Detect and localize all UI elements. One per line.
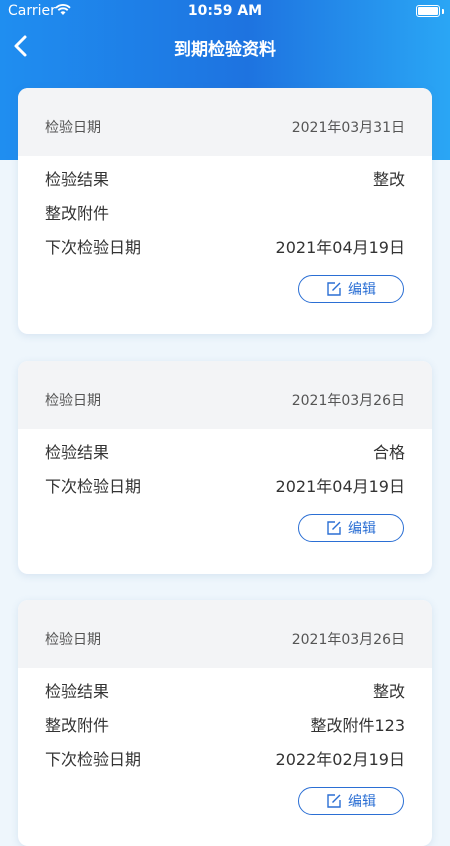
row-label: 检验结果 — [45, 170, 110, 189]
card-header: 检验日期 2021年03月31日 — [18, 88, 432, 156]
status-bar: Carrier 10:59 AM — [0, 0, 450, 24]
edit-button-label: 编辑 — [348, 521, 376, 537]
edit-button-label: 编辑 — [348, 282, 376, 298]
record-card: 检验日期 2021年03月31日 检验结果 整改 整改附件 下次检验日期 202… — [18, 88, 432, 334]
inspection-date-label: 检验日期 — [45, 393, 101, 409]
detail-row: 检验结果 合格 — [18, 429, 432, 463]
record-card: 检验日期 2021年03月26日 检验结果 整改 整改附件 整改附件123 下次… — [18, 600, 432, 846]
card-header: 检验日期 2021年03月26日 — [18, 600, 432, 668]
row-value: 2022年02月19日 — [275, 750, 405, 769]
detail-row: 下次检验日期 2021年04月19日 — [18, 463, 432, 497]
card-header: 检验日期 2021年03月26日 — [18, 361, 432, 429]
row-value: 合格 — [372, 443, 405, 462]
edit-button-label: 编辑 — [348, 794, 376, 810]
row-value: 整改 — [372, 170, 405, 189]
battery-tip — [442, 9, 444, 14]
row-value: 整改 — [372, 682, 405, 701]
edit-icon — [327, 521, 341, 535]
detail-row: 整改附件 整改附件123 — [18, 702, 432, 736]
detail-row: 检验结果 整改 — [18, 668, 432, 702]
inspection-date-label: 检验日期 — [45, 632, 101, 648]
inspection-date-label: 检验日期 — [45, 120, 101, 136]
row-label: 下次检验日期 — [45, 238, 142, 257]
row-value: 2021年04月19日 — [275, 238, 405, 257]
row-value: 2021年04月19日 — [275, 477, 405, 496]
nav-bar: 到期检验资料 — [0, 24, 450, 68]
edit-button[interactable]: 编辑 — [298, 275, 404, 303]
record-list: 检验日期 2021年03月31日 检验结果 整改 整改附件 下次检验日期 202… — [0, 88, 450, 846]
row-label: 检验结果 — [45, 443, 110, 462]
row-label: 下次检验日期 — [45, 477, 142, 496]
edit-button[interactable]: 编辑 — [298, 787, 404, 815]
edit-button[interactable]: 编辑 — [298, 514, 404, 542]
row-label: 整改附件 — [45, 716, 110, 735]
detail-row: 下次检验日期 2022年02月19日 — [18, 736, 432, 770]
inspection-date-value: 2021年03月26日 — [291, 632, 405, 648]
row-label: 整改附件 — [45, 204, 110, 223]
record-card: 检验日期 2021年03月26日 检验结果 合格 下次检验日期 2021年04月… — [18, 361, 432, 574]
inspection-date-value: 2021年03月31日 — [291, 120, 405, 136]
row-label: 下次检验日期 — [45, 750, 142, 769]
row-value: 整改附件123 — [310, 716, 405, 735]
detail-row: 整改附件 — [18, 190, 432, 224]
battery-icon — [416, 5, 440, 17]
status-time: 10:59 AM — [187, 3, 263, 19]
detail-row: 下次检验日期 2021年04月19日 — [18, 224, 432, 258]
edit-icon — [327, 794, 341, 808]
inspection-date-value: 2021年03月26日 — [291, 393, 405, 409]
page-title: 到期检验资料 — [174, 40, 276, 60]
detail-row: 检验结果 整改 — [18, 156, 432, 190]
edit-icon — [327, 282, 341, 296]
row-label: 检验结果 — [45, 682, 110, 701]
